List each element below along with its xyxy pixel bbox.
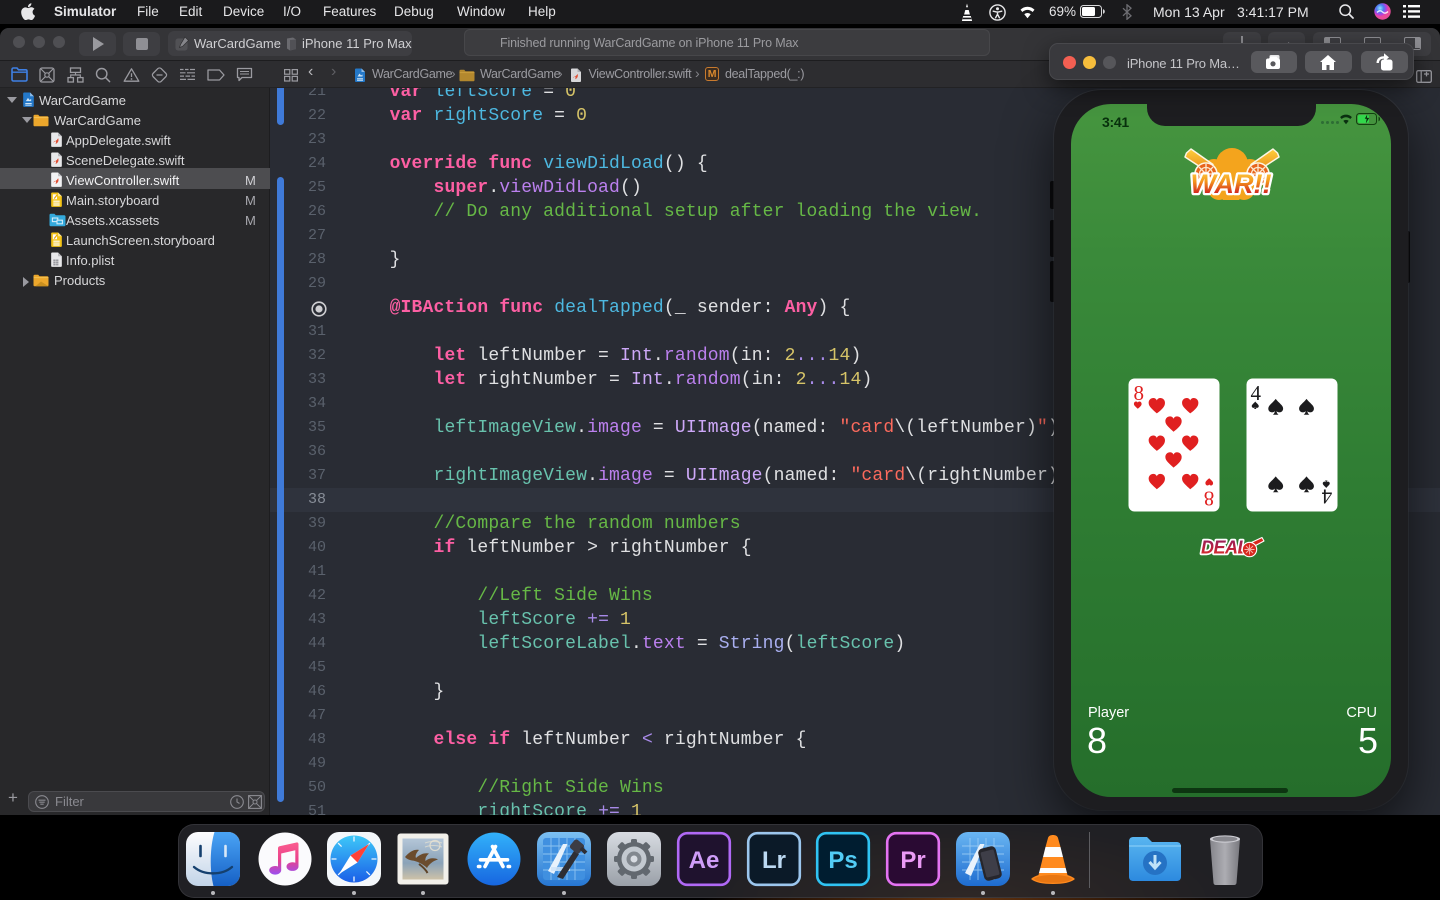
- svg-text:Ae: Ae: [689, 847, 720, 874]
- svg-text:4: 4: [1321, 484, 1332, 508]
- svg-text:DEAL: DEAL: [1201, 538, 1248, 558]
- svg-text:8: 8: [1133, 381, 1144, 405]
- svg-text:Pr: Pr: [900, 847, 925, 874]
- svg-text:Lr: Lr: [762, 847, 786, 874]
- svg-text:Ps: Ps: [828, 847, 857, 874]
- svg-text:WAR!!: WAR!!: [1191, 169, 1272, 199]
- svg-text:4: 4: [1250, 381, 1261, 405]
- svg-text:8: 8: [1203, 486, 1214, 510]
